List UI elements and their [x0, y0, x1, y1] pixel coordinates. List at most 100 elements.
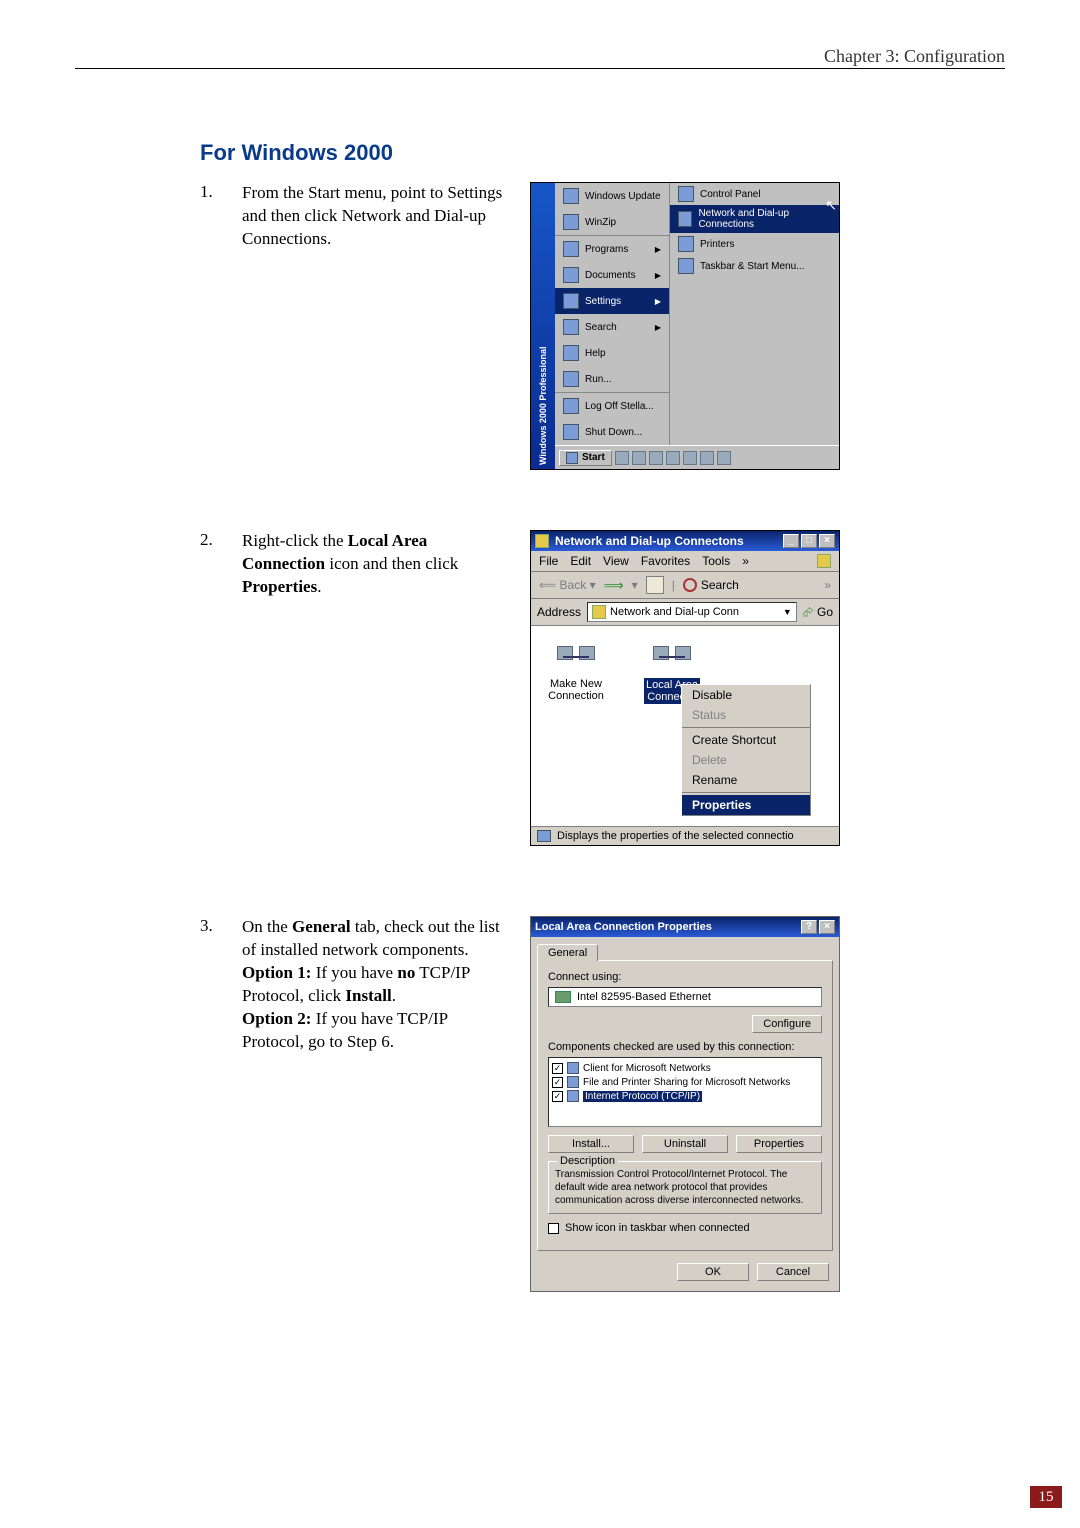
cursor-icon: ↖ — [825, 197, 837, 214]
menu-file[interactable]: File — [539, 554, 558, 568]
tray-icon[interactable] — [666, 451, 680, 465]
checkbox-icon[interactable]: ✓ — [552, 1091, 563, 1102]
components-label: Components checked are used by this conn… — [548, 1041, 822, 1053]
configure-button[interactable]: Configure — [752, 1015, 822, 1033]
ctx-properties[interactable]: Properties — [682, 795, 810, 815]
component-item[interactable]: ✓Client for Microsoft Networks — [552, 1061, 818, 1075]
tray-icon[interactable] — [717, 451, 731, 465]
toolbar-more[interactable]: » — [824, 578, 831, 592]
uninstall-button[interactable]: Uninstall — [642, 1135, 728, 1153]
description-label: Description — [557, 1155, 618, 1167]
menu-more[interactable]: » — [742, 554, 749, 568]
chevron-right-icon: ▶ — [655, 297, 661, 306]
close-button[interactable]: × — [819, 534, 835, 548]
menu-favorites[interactable]: Favorites — [641, 554, 690, 568]
chevron-right-icon: ▶ — [655, 323, 661, 332]
search-button[interactable]: Search — [683, 578, 739, 592]
menu-shutdown[interactable]: Shut Down... — [555, 419, 669, 445]
window-body: Make NewConnection Local AreaConnectio D… — [531, 626, 839, 826]
screenshot-network-window: Network and Dial-up Connectons _ □ × Fil… — [530, 530, 840, 846]
ctx-create-shortcut[interactable]: Create Shortcut — [682, 730, 810, 750]
submenu-control-panel[interactable]: Control Panel — [670, 183, 839, 205]
page-header: Chapter 3: Configuration — [824, 46, 1005, 67]
screenshot-start-menu: Windows 2000 Professional Windows Update… — [530, 182, 840, 470]
tab-panel: Connect using: Intel 82595-Based Etherne… — [537, 960, 833, 1251]
forward-button[interactable]: ⟹ — [604, 577, 624, 594]
make-new-connection[interactable]: Make NewConnection — [541, 640, 611, 816]
minimize-button[interactable]: _ — [783, 534, 799, 548]
connect-using-label: Connect using: — [548, 971, 822, 983]
menu-view[interactable]: View — [603, 554, 629, 568]
help-button[interactable]: ? — [801, 920, 817, 934]
description-group: Description Transmission Control Protoco… — [548, 1161, 822, 1214]
ctx-rename[interactable]: Rename — [682, 770, 810, 790]
install-button[interactable]: Install... — [548, 1135, 634, 1153]
up-button[interactable] — [646, 576, 664, 594]
menu-programs[interactable]: Programs▶ — [555, 235, 669, 262]
menu-tools[interactable]: Tools — [702, 554, 730, 568]
tray-icon[interactable] — [700, 451, 714, 465]
tray-icon[interactable] — [649, 451, 663, 465]
submenu-printers[interactable]: Printers — [670, 233, 839, 255]
menu-logoff[interactable]: Log Off Stella... — [555, 392, 669, 419]
window-titlebar: Network and Dial-up Connectons _ □ × — [531, 531, 839, 551]
menu-settings[interactable]: Settings▶ — [555, 288, 669, 314]
step-text: From the Start menu, point to Settings a… — [242, 182, 512, 470]
status-bar: Displays the properties of the selected … — [531, 826, 839, 845]
windows-icon — [566, 452, 578, 464]
component-item[interactable]: ✓File and Printer Sharing for Microsoft … — [552, 1075, 818, 1089]
checkbox-icon[interactable]: ✓ — [552, 1063, 563, 1074]
tray-icon[interactable] — [683, 451, 697, 465]
share-icon — [567, 1076, 579, 1088]
section-title: For Windows 2000 — [200, 140, 1030, 166]
menu-search[interactable]: Search▶ — [555, 314, 669, 340]
step-text: On the General tab, check out the list o… — [242, 916, 512, 1292]
network-icon — [678, 211, 692, 227]
chevron-down-icon[interactable]: ▼ — [783, 607, 792, 617]
menu-windows-update[interactable]: Windows Update — [555, 183, 669, 209]
checkbox-icon[interactable]: ✓ — [552, 1077, 563, 1088]
magnifier-icon — [683, 578, 697, 592]
step-number: 3. — [200, 916, 242, 1292]
throbber-icon — [817, 554, 831, 568]
go-button[interactable]: ⮳Go — [803, 604, 833, 621]
dropdown-icon[interactable]: ▾ — [632, 578, 638, 592]
ctx-status: Status — [682, 705, 810, 725]
close-button[interactable]: × — [819, 920, 835, 934]
search-icon — [563, 319, 579, 335]
go-icon: ⮳ — [803, 604, 814, 621]
submenu-taskbar[interactable]: Taskbar & Start Menu... — [670, 255, 839, 277]
back-button[interactable]: ⟸ Back ▾ — [539, 578, 596, 592]
step-text: Right-click the Local Area Connection ic… — [242, 530, 512, 846]
menu-help[interactable]: Help — [555, 340, 669, 366]
folder-icon — [592, 605, 606, 619]
components-list[interactable]: ✓Client for Microsoft Networks ✓File and… — [548, 1057, 822, 1127]
menubar: File Edit View Favorites Tools » — [531, 551, 839, 572]
step-number: 1. — [200, 182, 242, 470]
tab-general[interactable]: General — [537, 944, 598, 961]
component-item-selected[interactable]: ✓Internet Protocol (TCP/IP) — [552, 1089, 818, 1103]
start-button[interactable]: Start — [559, 450, 612, 466]
chevron-right-icon: ▶ — [655, 245, 661, 254]
properties-button[interactable]: Properties — [736, 1135, 822, 1153]
run-icon — [563, 371, 579, 387]
dialog-title: Local Area Connection Properties — [535, 921, 712, 933]
description-text: Transmission Control Protocol/Internet P… — [555, 1168, 815, 1207]
settings-icon — [563, 293, 579, 309]
tray-icon[interactable] — [615, 451, 629, 465]
ok-button[interactable]: OK — [677, 1263, 749, 1281]
ctx-disable[interactable]: Disable — [682, 685, 810, 705]
menu-edit[interactable]: Edit — [570, 554, 591, 568]
cancel-button[interactable]: Cancel — [757, 1263, 829, 1281]
menu-winzip[interactable]: WinZip — [555, 209, 669, 235]
tray-icon[interactable] — [632, 451, 646, 465]
submenu-network-connections[interactable]: Network and Dial-up Connections↖ — [670, 205, 839, 233]
maximize-button[interactable]: □ — [801, 534, 817, 548]
menu-documents[interactable]: Documents▶ — [555, 262, 669, 288]
checkbox-icon[interactable] — [548, 1223, 559, 1234]
show-icon-checkbox[interactable]: Show icon in taskbar when connected — [548, 1222, 822, 1234]
address-input[interactable]: Network and Dial-up Conn ▼ — [587, 602, 797, 622]
menu-run[interactable]: Run... — [555, 366, 669, 392]
ctx-delete: Delete — [682, 750, 810, 770]
dialog-titlebar: Local Area Connection Properties ? × — [531, 917, 839, 937]
